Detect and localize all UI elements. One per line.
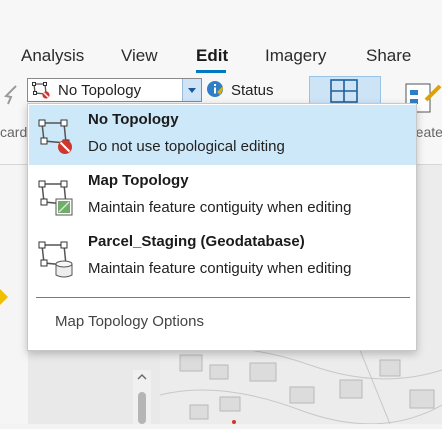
tab-imagery[interactable]: Imagery — [265, 46, 326, 66]
active-tab-indicator — [196, 70, 226, 73]
map-topology-icon — [38, 180, 73, 216]
item-title: No Topology — [88, 111, 179, 128]
topology-combo-value: No Topology — [58, 82, 142, 99]
item-title: Parcel_Staging (Geodatabase) — [88, 233, 305, 250]
topology-combo[interactable]: No Topology — [27, 78, 202, 102]
ribbon-tabs: Analysis View Edit Imagery Share — [0, 40, 442, 74]
chevron-down-icon[interactable] — [182, 79, 201, 101]
item-description: Maintain feature contiguity when editing — [88, 199, 352, 216]
tab-share[interactable]: Share — [366, 46, 411, 66]
tab-edit[interactable]: Edit — [196, 46, 228, 66]
item-description: Do not use topological editing — [88, 138, 285, 155]
map-topology-options-link[interactable]: Map Topology Options — [55, 313, 204, 330]
status-info-icon — [207, 81, 223, 97]
geodatabase-topology-icon — [38, 241, 73, 278]
left-panel — [0, 165, 28, 424]
topology-dropdown: No Topology Do not use topological editi… — [27, 103, 417, 351]
dropdown-item-map-topology[interactable]: Map Topology Maintain feature contiguity… — [29, 166, 416, 226]
no-topology-small-icon — [32, 82, 50, 99]
layout-grid-button[interactable] — [309, 76, 381, 106]
warning-diamond-icon — [0, 289, 8, 305]
status-label: Status — [231, 82, 274, 99]
arrow-tool-icon[interactable] — [2, 84, 20, 106]
dropdown-item-no-topology[interactable]: No Topology Do not use topological editi… — [29, 105, 416, 165]
tab-view[interactable]: View — [121, 46, 158, 66]
scrollbar-thumb[interactable] — [138, 392, 146, 424]
tab-analysis[interactable]: Analysis — [21, 46, 84, 66]
grid-icon — [330, 79, 358, 103]
menu-separator — [36, 297, 410, 298]
no-topology-icon — [38, 119, 72, 154]
scroll-up-icon[interactable] — [137, 372, 147, 382]
item-title: Map Topology — [88, 172, 189, 189]
ribbon-cut-label-left: card — [0, 124, 28, 140]
dropdown-item-parcel-staging[interactable]: Parcel_Staging (Geodatabase) Maintain fe… — [29, 227, 416, 287]
item-description: Maintain feature contiguity when editing — [88, 260, 352, 277]
ribbon-top-strip — [0, 0, 442, 40]
